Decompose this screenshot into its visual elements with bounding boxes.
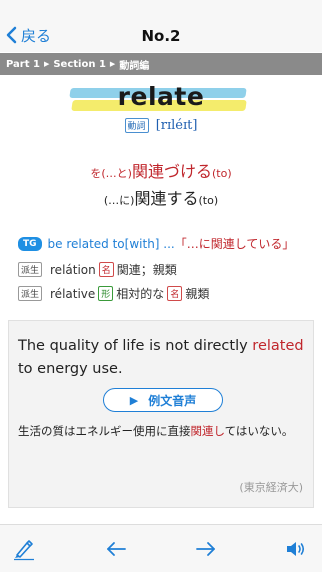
arrow-left-icon[interactable] bbox=[104, 537, 130, 561]
marker-pen-icon[interactable] bbox=[12, 537, 38, 561]
example-english-after: to energy use. bbox=[18, 361, 123, 377]
navigation-bar: 戻る No.2 bbox=[0, 0, 322, 52]
example-source: (東京経済大) bbox=[239, 481, 303, 494]
derivative-row: 派生 relátion 名 関連；親類 bbox=[18, 261, 177, 278]
example-audio-label: 例文音声 bbox=[148, 393, 197, 408]
arrow-right-icon[interactable] bbox=[194, 537, 220, 561]
meaning-2-main: 関連する bbox=[134, 189, 199, 208]
example-english-before: The quality of life is not directly bbox=[18, 338, 253, 354]
example-japanese-after: てはいない。 bbox=[224, 424, 294, 438]
meaning-1-main: 関連づける bbox=[131, 162, 212, 181]
play-icon: ▶ bbox=[129, 393, 139, 407]
phrase-row: TG be related to[with] ... 「…に関連している」 bbox=[18, 235, 294, 252]
breadcrumb: Part 1 ▶ Section 1 ▶ 動詞編 bbox=[0, 53, 322, 75]
example-card: The quality of life is not directly rela… bbox=[8, 320, 314, 508]
example-japanese-highlight: 関連し bbox=[190, 424, 225, 438]
derivative-word: relátion bbox=[50, 262, 96, 277]
derivative-pos-badge: 名 bbox=[98, 262, 114, 277]
headword: relate bbox=[117, 82, 205, 111]
example-audio-button[interactable]: ▶ 例文音声 bbox=[103, 388, 223, 412]
derivative-tag: 派生 bbox=[18, 286, 43, 301]
example-japanese-before: 生活の質はエネルギー使用に直接 bbox=[18, 424, 191, 438]
example-english: The quality of life is not directly rela… bbox=[18, 335, 306, 381]
derivative-pos-badge-2: 名 bbox=[167, 286, 183, 301]
breadcrumb-separator-icon: ▶ bbox=[109, 60, 116, 68]
meaning-1: を(…と)関連づける(to) bbox=[0, 158, 322, 182]
meaning-1-suffix: (to) bbox=[211, 167, 232, 180]
speaker-icon[interactable] bbox=[284, 537, 310, 561]
pos-badge: 動詞 bbox=[124, 118, 149, 133]
phrase-text: be related to[with] ... bbox=[47, 236, 175, 251]
phrase-gloss: 「…に関連している」 bbox=[174, 237, 295, 251]
example-japanese: 生活の質はエネルギー使用に直接関連してはいない。 bbox=[18, 421, 306, 441]
page-title: No.2 bbox=[141, 27, 181, 45]
meaning-1-prefix: を(…と) bbox=[90, 167, 132, 180]
breadcrumb-separator-icon: ▶ bbox=[43, 60, 50, 68]
breadcrumb-category: 動詞編 bbox=[119, 60, 150, 72]
derivative-word: rélative bbox=[50, 286, 96, 301]
breadcrumb-part: Part 1 bbox=[6, 58, 40, 70]
meaning-2-prefix: (…に) bbox=[103, 194, 135, 207]
meaning-2-suffix: (to) bbox=[198, 194, 219, 207]
derivative-row: 派生 rélative 形 相対的な 名 親類 bbox=[18, 285, 209, 302]
derivative-meaning: 相対的な bbox=[116, 287, 165, 301]
pos-row: 動詞 [rɪléɪt] bbox=[0, 118, 322, 133]
derivative-pos-badge: 形 bbox=[98, 286, 114, 301]
breadcrumb-section: Section 1 bbox=[53, 58, 106, 70]
bottom-toolbar bbox=[0, 524, 322, 572]
phrase-tag: TG bbox=[18, 236, 42, 251]
example-english-highlight: related bbox=[252, 338, 304, 354]
pronunciation: [rɪléɪt] bbox=[155, 118, 198, 133]
derivative-meaning: 関連；親類 bbox=[116, 263, 177, 277]
meaning-2: (…に)関連する(to) bbox=[0, 185, 322, 209]
derivative-tag: 派生 bbox=[18, 262, 43, 277]
derivative-meaning-2: 親類 bbox=[185, 287, 210, 301]
